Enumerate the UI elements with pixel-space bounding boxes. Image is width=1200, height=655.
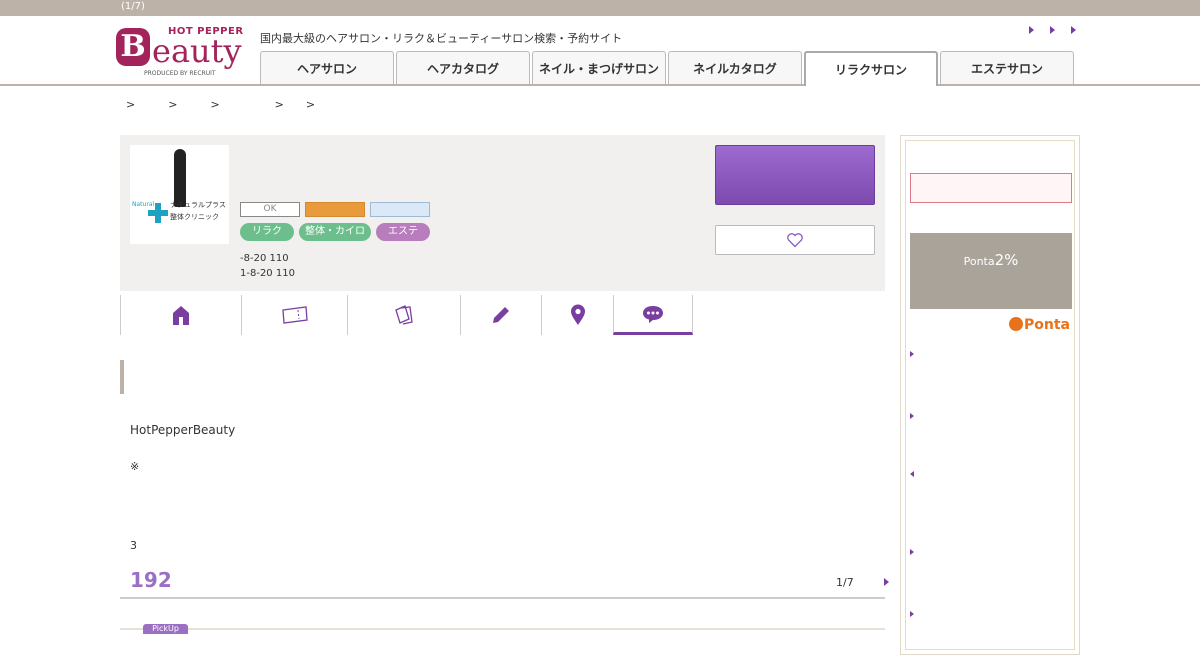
- subnav-catalog[interactable]: [347, 295, 460, 335]
- breadcrumb-separator: >: [305, 98, 316, 111]
- sidebar-link-arrow-icon[interactable]: [910, 611, 914, 617]
- header-links: [1029, 26, 1076, 34]
- category-badge-relax: リラク: [240, 223, 294, 241]
- arrow-right-icon[interactable]: [1050, 26, 1055, 34]
- tab-hair-salon[interactable]: ヘアサロン: [260, 51, 394, 84]
- page-indicator: 1/7: [836, 576, 854, 589]
- feature-badges: OK: [240, 202, 430, 217]
- top-status-bar: (1/7): [0, 0, 1200, 16]
- sidebar-inner: Ponta2% Ponta: [905, 140, 1075, 650]
- category-tabs: ヘアサロン ヘアカタログ ネイル・まつげサロン ネイルカタログ リラクサロン エ…: [260, 51, 1074, 86]
- subnav-blog[interactable]: [460, 295, 541, 335]
- salon-thumbnail[interactable]: Natural ナチュラルプラス 整体クリニック: [130, 145, 229, 244]
- review-note-text: ※: [130, 460, 140, 473]
- favorite-button[interactable]: [715, 225, 875, 255]
- ponta-logo: Ponta: [1009, 317, 1070, 333]
- section-heading-bar: [120, 360, 124, 394]
- ponta-face-icon: [1009, 317, 1023, 331]
- review-count: 192: [130, 568, 172, 592]
- tab-relax-salon[interactable]: リラクサロン: [804, 51, 938, 86]
- category-badge-seitai: 整体・カイロ: [299, 223, 371, 241]
- sidebar-link-arrow-icon[interactable]: [910, 471, 914, 477]
- sidebar-link-arrow-icon[interactable]: [910, 549, 914, 555]
- arrow-right-icon[interactable]: [1029, 26, 1034, 34]
- category-badge-esthe: エステ: [376, 223, 430, 241]
- ponta-rate: 2%: [994, 251, 1019, 269]
- next-page-arrow-icon[interactable]: [884, 578, 889, 586]
- logo-produced-by: PRODUCED BY RECRUIT: [144, 70, 216, 77]
- subnav-map[interactable]: [541, 295, 613, 335]
- sidebar-button[interactable]: [910, 173, 1072, 203]
- tab-esthe-salon[interactable]: エステサロン: [940, 51, 1074, 84]
- subnav-coupon[interactable]: [241, 295, 347, 335]
- subnav-home[interactable]: [120, 295, 241, 335]
- site-header: HOT PEPPER B eauty PRODUCED BY RECRUIT 国…: [0, 16, 1200, 86]
- home-icon: [173, 306, 189, 325]
- salon-subnav: [120, 295, 693, 335]
- review-intro-text: HotPepperBeauty: [130, 423, 236, 437]
- arrow-right-icon[interactable]: [1071, 26, 1076, 34]
- breadcrumb-separator: >: [168, 98, 178, 111]
- map-pin-icon: [570, 304, 585, 325]
- address-line: 1-8-20 110: [240, 268, 295, 279]
- hotpepper-beauty-logo[interactable]: HOT PEPPER B eauty PRODUCED BY RECRUIT: [116, 24, 248, 82]
- reserve-button[interactable]: [715, 145, 875, 205]
- pencil-icon: [493, 307, 509, 323]
- salon-address: -8-20 110 1-8-20 110: [240, 251, 295, 281]
- sidebar-link-arrow-icon[interactable]: [910, 351, 914, 357]
- review-bubble-icon: [643, 305, 663, 323]
- logo-b: B: [116, 28, 150, 66]
- sidebar: Ponta2% Ponta: [900, 135, 1080, 655]
- catalog-icon: [395, 305, 413, 325]
- subnav-reviews[interactable]: [613, 295, 693, 335]
- tab-nail-eyelash[interactable]: ネイル・まつげサロン: [532, 51, 666, 84]
- sidebar-link-arrow-icon[interactable]: [910, 413, 914, 419]
- category-badges: リラク 整体・カイロ エステ: [240, 223, 430, 241]
- logo-eauty: eauty: [152, 32, 242, 70]
- tab-nail-catalog[interactable]: ネイルカタログ: [668, 51, 802, 84]
- pickup-badge: PickUp: [143, 624, 188, 634]
- coupon-icon: [281, 306, 308, 324]
- breadcrumb-separator: >: [126, 98, 136, 111]
- ok-badge: OK: [240, 202, 300, 217]
- site-tagline: 国内最大級のヘアサロン・リラク＆ビューティーサロン検索・予約サイト: [260, 32, 623, 45]
- review-rule-text: 3: [130, 539, 137, 552]
- salon-header-panel: Natural ナチュラルプラス 整体クリニック OK リラク 整体・カイロ エ…: [120, 135, 885, 291]
- address-line: -8-20 110: [240, 253, 289, 264]
- thumbnail-salon-name: ナチュラルプラス 整体クリニック: [170, 201, 226, 221]
- page-indicator: (1/7): [121, 1, 145, 12]
- blue-badge: [370, 202, 430, 217]
- ponta-points-box[interactable]: Ponta2%: [910, 233, 1072, 309]
- ponta-logo-text: Ponta: [1024, 317, 1070, 333]
- breadcrumb-separator: >: [274, 98, 284, 111]
- breadcrumb: > > > > >: [126, 98, 315, 111]
- tab-hair-catalog[interactable]: ヘアカタログ: [396, 51, 530, 84]
- heart-icon: [787, 233, 803, 248]
- breadcrumb-separator: >: [210, 98, 220, 111]
- thumbnail-brand: Natural: [132, 201, 155, 208]
- orange-badge: [305, 202, 365, 217]
- divider: [120, 597, 885, 599]
- ponta-label: Ponta: [963, 255, 995, 268]
